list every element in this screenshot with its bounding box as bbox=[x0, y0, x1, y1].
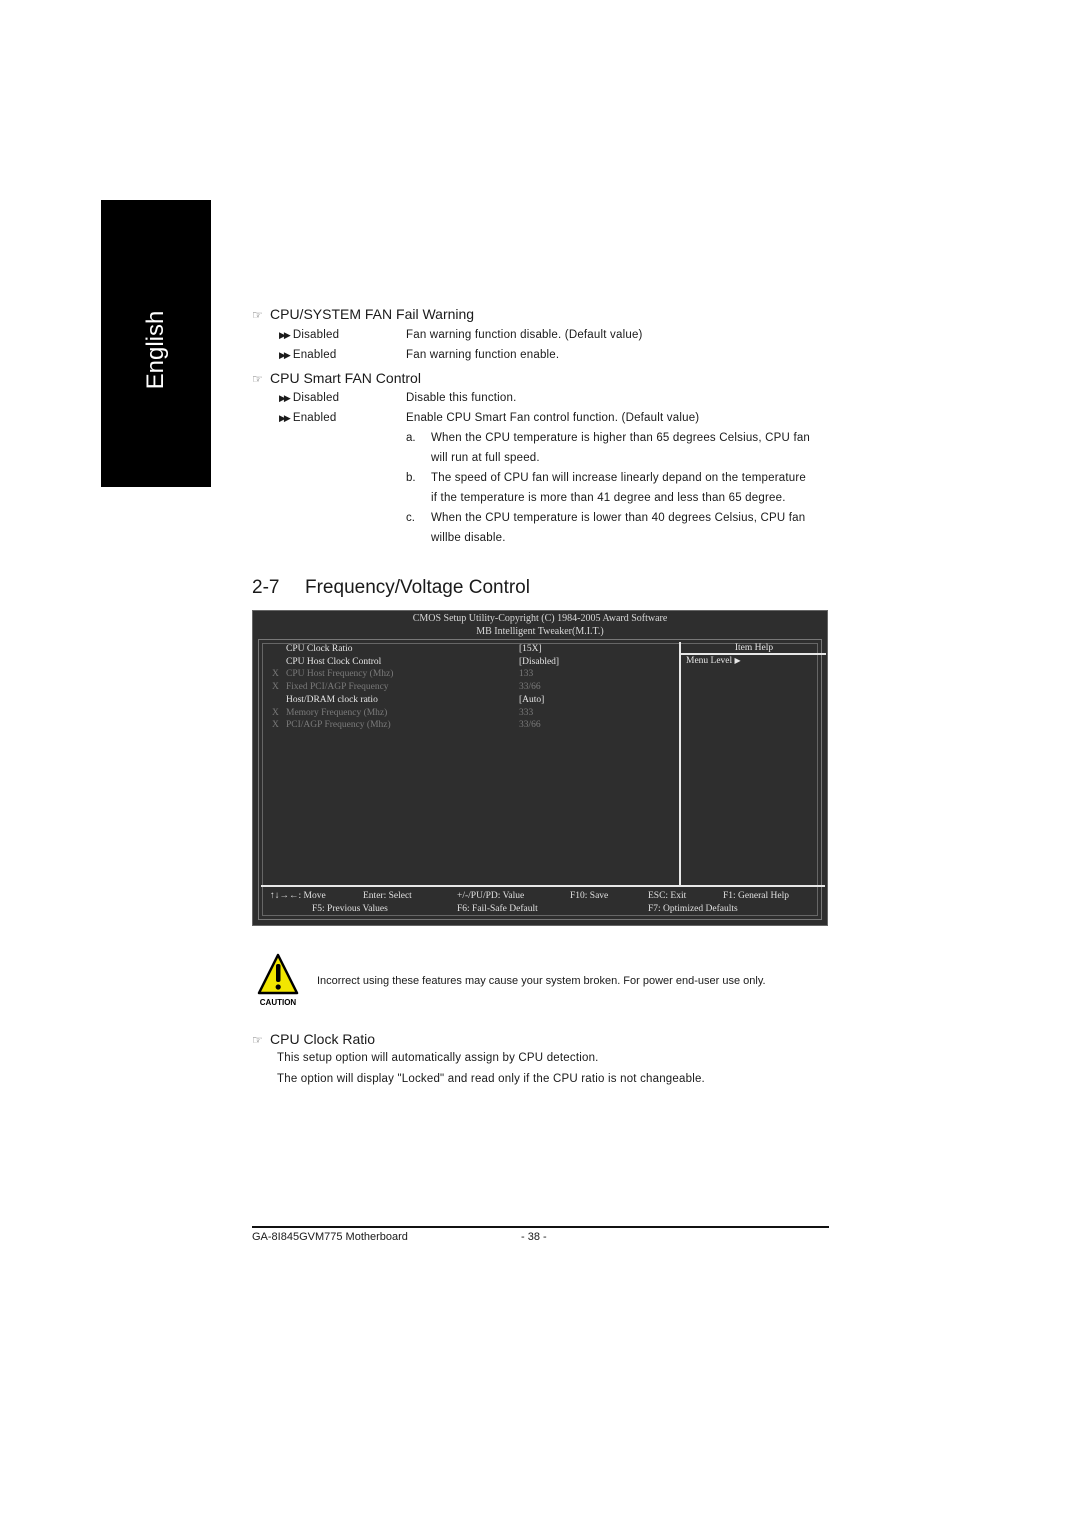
note-marker: c. bbox=[406, 512, 415, 524]
note-text: willbe disable. bbox=[431, 532, 506, 544]
key-value: +/-/PU/PD: Value bbox=[457, 891, 525, 901]
pointing-hand-icon: ☞ bbox=[252, 372, 263, 386]
caution-text: Incorrect using these features may cause… bbox=[317, 975, 766, 987]
option-label: ▶▶ Disabled bbox=[279, 329, 340, 341]
key-previous-values: F5: Previous Values bbox=[312, 904, 388, 914]
bios-item-label: Memory Frequency (Mhz) bbox=[286, 707, 388, 718]
pointing-hand-icon: ☞ bbox=[252, 1033, 263, 1047]
clock-ratio-title: CPU Clock Ratio bbox=[270, 1031, 376, 1047]
bios-header-menu-title: MB Intelligent Tweaker(M.I.T.) bbox=[476, 626, 604, 637]
bios-header-copyright: CMOS Setup Utility-Copyright (C) 1984-20… bbox=[412, 613, 668, 624]
option-description: Enable CPU Smart Fan control function. (… bbox=[406, 412, 700, 424]
bios-divider-vertical bbox=[679, 642, 681, 885]
caution-label: CAUTION bbox=[260, 998, 297, 1007]
bios-item-value: 33/66 bbox=[519, 720, 541, 731]
bios-item-value: [15X] bbox=[519, 644, 542, 654]
footer-model: GA-8I845GVM775 Motherboard bbox=[252, 1231, 408, 1243]
bios-item-value: 333 bbox=[519, 707, 534, 718]
note-marker: b. bbox=[406, 472, 416, 484]
bios-item-label: CPU Host Frequency (Mhz) bbox=[286, 669, 394, 680]
section-title: Frequency/Voltage Control bbox=[305, 577, 530, 598]
note-text: The speed of CPU fan will increase linea… bbox=[431, 472, 806, 484]
double-arrow-icon: ▶▶ bbox=[279, 350, 291, 360]
smart-fan-title: CPU Smart FAN Control bbox=[270, 370, 421, 386]
bios-item-label: Fixed PCI/AGP Frequency bbox=[286, 682, 389, 693]
note-text: When the CPU temperature is lower than 4… bbox=[431, 512, 806, 524]
section-number: 2-7 bbox=[252, 577, 280, 598]
caution-icon: CAUTION bbox=[257, 953, 299, 1007]
bios-frame: CPU Clock Ratio [15X] CPU Host Clock Contr… bbox=[258, 639, 826, 920]
menu-level: Menu Level ▶ bbox=[686, 656, 741, 666]
fan-fail-warning-heading: ☞ CPU/SYSTEM FAN Fail Warning bbox=[252, 306, 474, 322]
bios-item-label: PCI/AGP Frequency (Mhz) bbox=[286, 720, 391, 731]
bios-item-value: 133 bbox=[519, 669, 534, 680]
double-arrow-icon: ▶▶ bbox=[279, 330, 291, 340]
option-label: ▶▶ Enabled bbox=[279, 349, 337, 361]
clock-ratio-line: The option will display "Locked" and rea… bbox=[277, 1073, 705, 1085]
triangle-right-icon: ▶ bbox=[734, 656, 741, 665]
bios-screen: CMOS Setup Utility-Copyright (C) 1984-20… bbox=[252, 610, 828, 926]
option-description: Fan warning function enable. bbox=[406, 349, 560, 361]
bios-item-label: Host/DRAM clock ratio bbox=[286, 694, 378, 705]
key-save: F10: Save bbox=[570, 891, 609, 901]
option-description: Fan warning function disable. (Default v… bbox=[406, 329, 643, 341]
smart-fan-heading: ☞ CPU Smart FAN Control bbox=[252, 370, 421, 386]
language-tab: English bbox=[101, 200, 211, 487]
key-select: Enter: Select bbox=[363, 891, 412, 901]
fan-fail-warning-title: CPU/SYSTEM FAN Fail Warning bbox=[270, 306, 475, 322]
option-description: Disable this function. bbox=[406, 392, 517, 404]
bios-help-underline bbox=[681, 653, 826, 655]
language-label: English bbox=[142, 310, 169, 390]
disabled-marker: X bbox=[272, 707, 279, 718]
key-exit: ESC: Exit bbox=[648, 891, 687, 901]
double-arrow-icon: ▶▶ bbox=[279, 393, 291, 403]
footer-page-number: - 38 - bbox=[521, 1231, 547, 1243]
footer-rule bbox=[252, 1226, 829, 1228]
key-general-help: F1: General Help bbox=[723, 891, 789, 901]
bios-item-label: CPU Host Clock Control bbox=[286, 656, 382, 667]
bios-item-label: CPU Clock Ratio bbox=[286, 644, 353, 654]
double-arrow-icon: ▶▶ bbox=[279, 413, 291, 423]
note-text: will run at full speed. bbox=[431, 452, 540, 464]
key-optimized: F7: Optimized Defaults bbox=[648, 904, 738, 914]
option-label: ▶▶ Disabled bbox=[279, 392, 340, 404]
note-text: if the temperature is more than 41 degre… bbox=[431, 492, 786, 504]
key-move: ↑↓→←: Move bbox=[270, 891, 326, 901]
clock-ratio-heading: ☞ CPU Clock Ratio bbox=[252, 1031, 375, 1047]
note-marker: a. bbox=[406, 432, 416, 444]
item-help-title: Item Help bbox=[734, 643, 774, 653]
disabled-marker: X bbox=[272, 682, 279, 693]
pointing-hand-icon: ☞ bbox=[252, 308, 263, 322]
key-fail-safe: F6: Fail-Safe Default bbox=[457, 904, 538, 914]
bios-divider-horizontal bbox=[261, 885, 825, 887]
note-text: When the CPU temperature is higher than … bbox=[431, 432, 811, 444]
bios-item-value: 33/66 bbox=[519, 682, 541, 693]
disabled-marker: X bbox=[272, 720, 279, 731]
option-label: ▶▶ Enabled bbox=[279, 412, 337, 424]
disabled-marker: X bbox=[272, 669, 279, 680]
bios-item-value: [Auto] bbox=[519, 694, 545, 705]
clock-ratio-line: This setup option will automatically ass… bbox=[277, 1052, 599, 1064]
bios-item-value: [Disabled] bbox=[519, 656, 560, 667]
